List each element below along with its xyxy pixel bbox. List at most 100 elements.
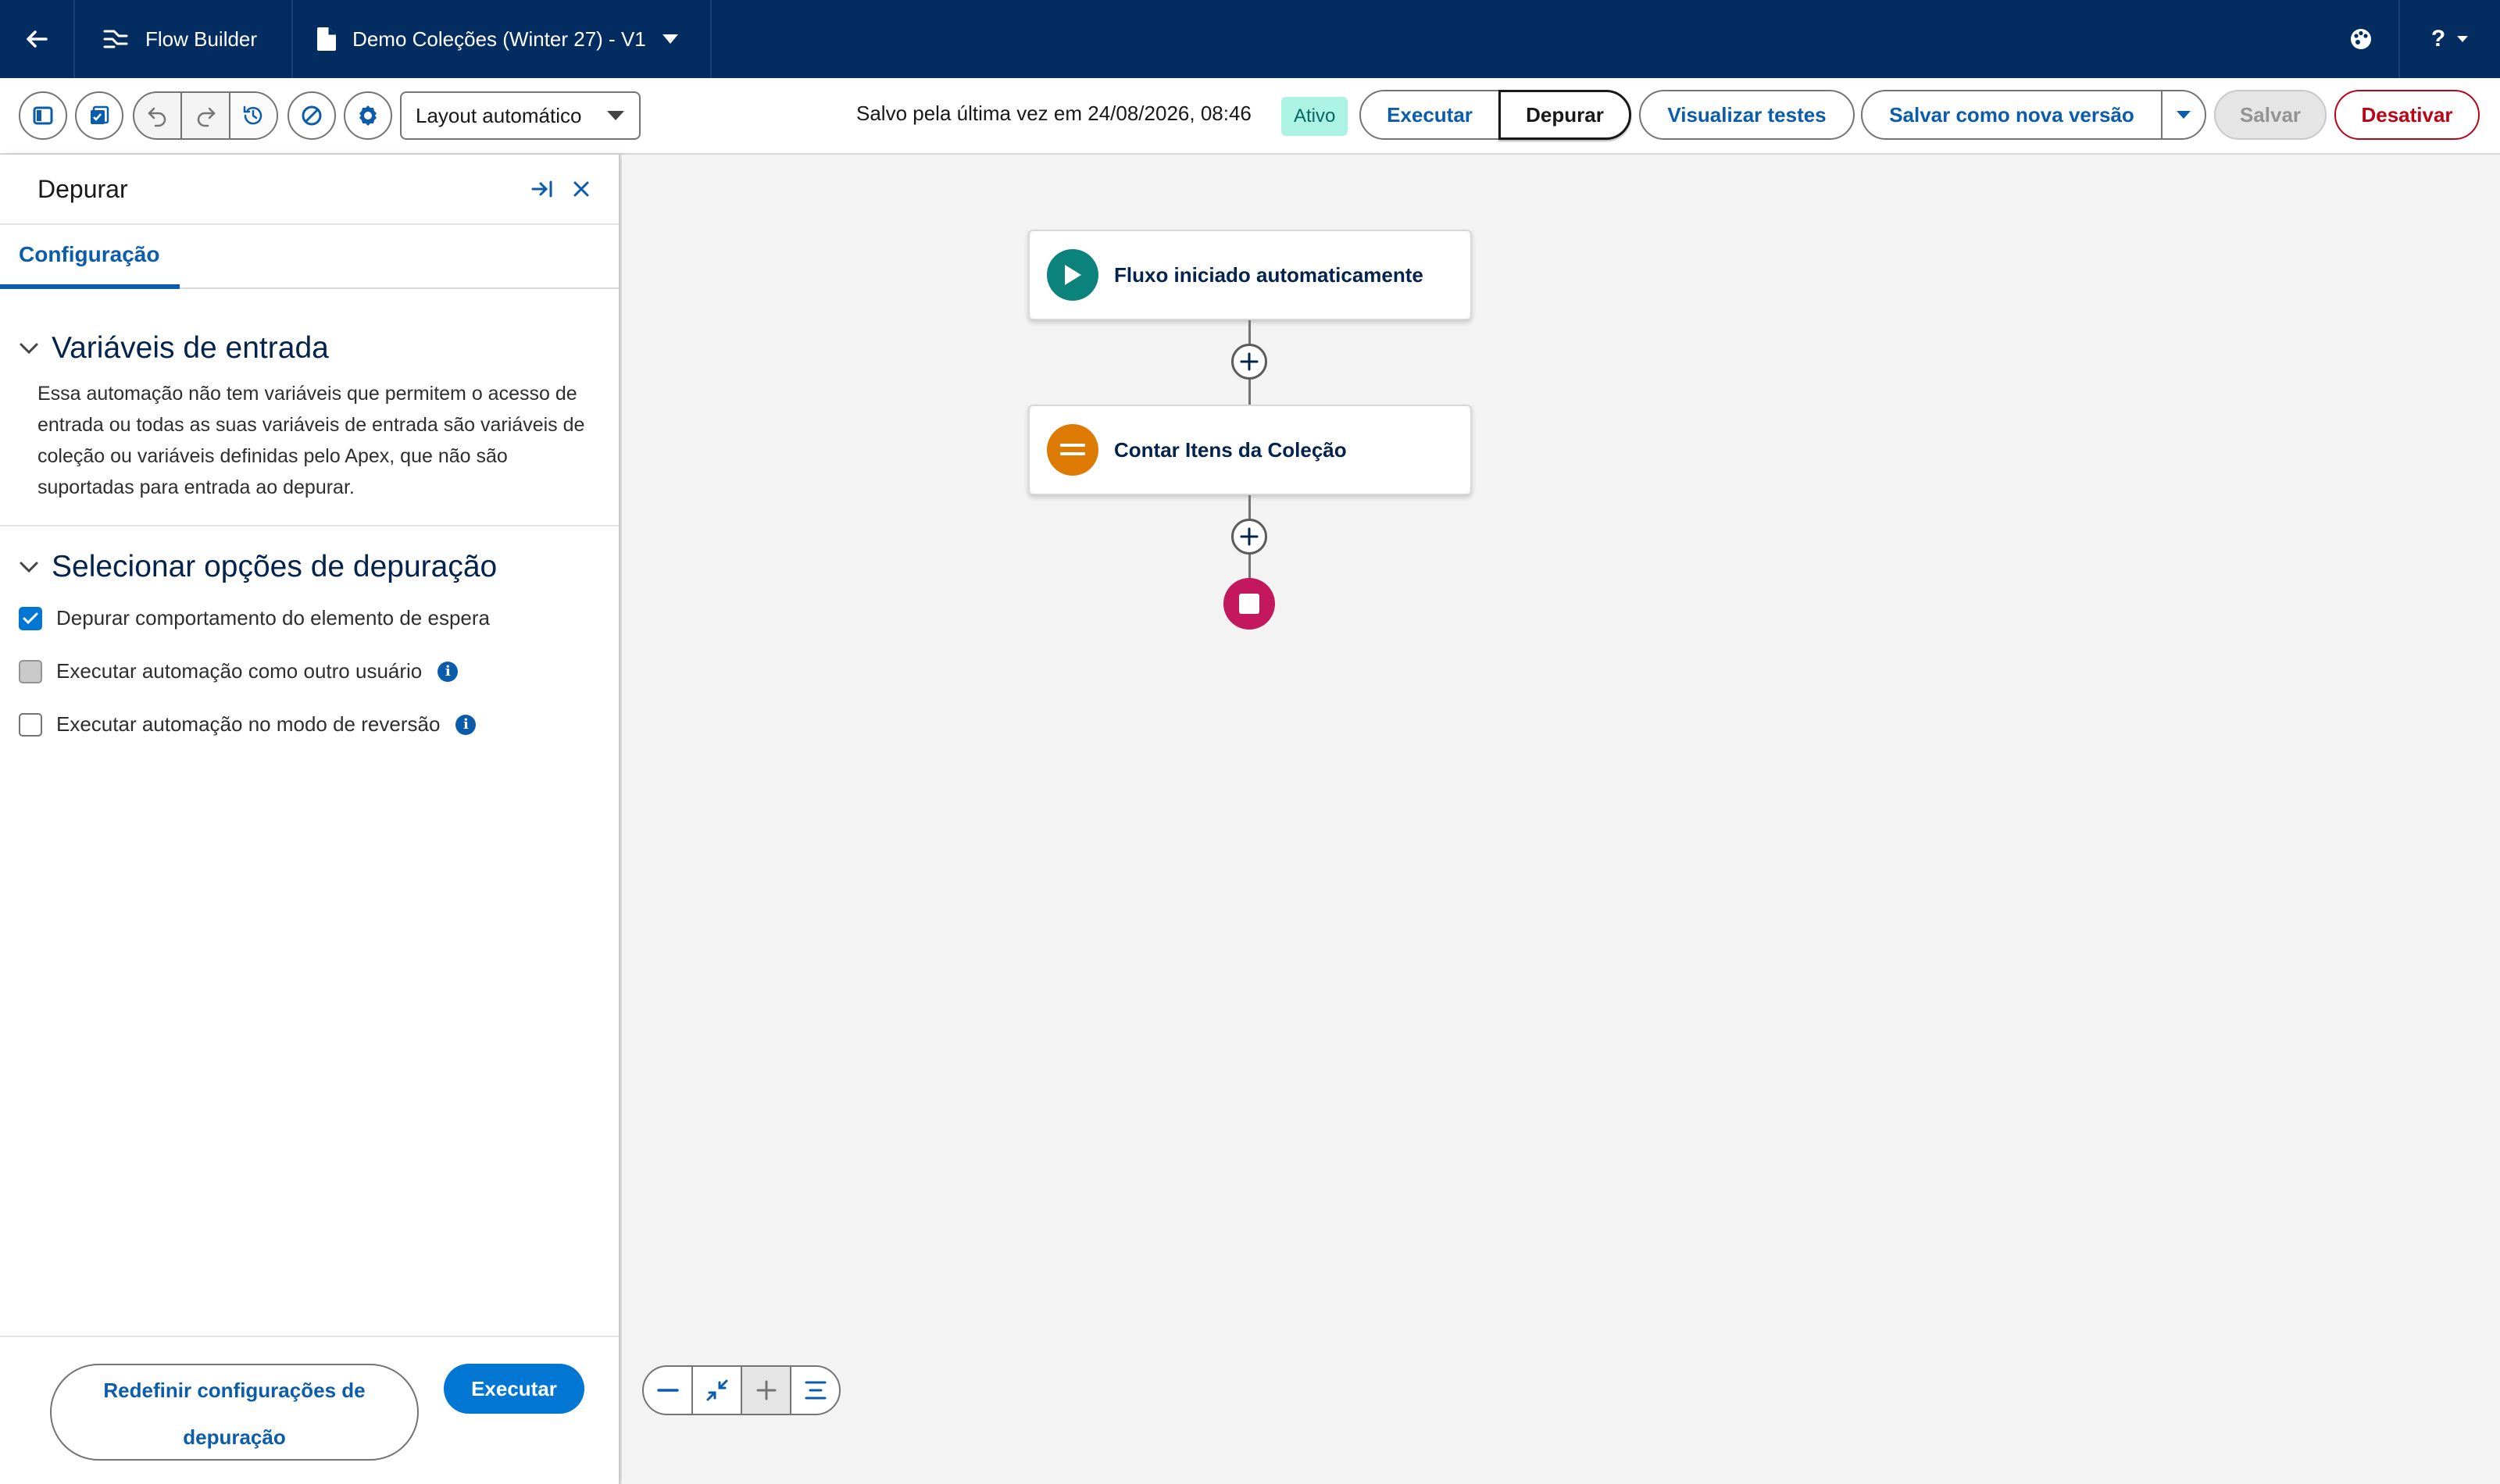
zoom-controls	[642, 1365, 841, 1415]
close-panel-button[interactable]	[562, 170, 600, 208]
toolbar: Layout automático Salvo pela última vez …	[0, 78, 2500, 155]
app-name: Flow Builder	[145, 27, 258, 51]
chevron-down-icon	[2457, 36, 2469, 42]
input-variables-toggle[interactable]: Variáveis de entrada	[0, 325, 619, 372]
assignment-node-label: Contar Itens da Coleção	[1114, 437, 1347, 462]
errors-button[interactable]	[288, 91, 336, 140]
start-node-icon	[1047, 249, 1098, 301]
input-variables-section: Variáveis de entrada	[0, 325, 619, 372]
zoom-out-icon	[656, 1389, 679, 1392]
chevron-down-icon	[2177, 111, 2191, 119]
debug-options-toggle[interactable]: Selecionar opções de depuração	[0, 544, 619, 590]
flow-version-menu[interactable]: Demo Coleções (Winter 27) - V1	[293, 0, 712, 78]
back-arrow-icon	[27, 30, 48, 48]
palette-icon	[2351, 29, 2371, 49]
redo-button[interactable]	[182, 93, 230, 138]
dock-panel-button[interactable]	[523, 170, 561, 208]
panel-header: Depurar	[0, 155, 619, 225]
deactivate-button[interactable]: Desativar	[2334, 90, 2480, 140]
close-icon	[573, 181, 589, 197]
assignment-icon	[1060, 444, 1085, 455]
play-icon	[1065, 265, 1081, 285]
appearance-button[interactable]	[2323, 0, 2398, 78]
run-as-user-label: Executar automação como outro usuário	[56, 659, 423, 683]
zoom-in-button[interactable]	[742, 1367, 791, 1414]
undo-redo-group	[133, 91, 278, 140]
settings-icon	[359, 105, 377, 126]
info-icon[interactable]: i	[455, 714, 477, 735]
debug-wait-checkbox[interactable]	[19, 606, 42, 630]
chevron-down-icon	[20, 343, 38, 355]
rollback-mode-label: Executar automação no modo de reversão	[56, 712, 441, 736]
global-header: Flow Builder Demo Coleções (Winter 27) -…	[0, 0, 2500, 78]
save-as-new-version-button[interactable]: Salvar como nova versão	[1861, 90, 2162, 140]
fit-view-button[interactable]	[693, 1367, 742, 1414]
save-options-menu[interactable]	[2161, 90, 2206, 140]
toggle-toolbox-button[interactable]	[19, 91, 67, 140]
run-button[interactable]: Executar	[1359, 90, 1500, 140]
error-icon	[302, 105, 322, 126]
save-button[interactable]: Salvar	[2214, 90, 2327, 140]
chevron-down-icon	[607, 111, 624, 120]
help-icon: ?	[2430, 26, 2446, 52]
tab-configuration[interactable]: Configuração	[0, 225, 180, 289]
assignment-node-icon	[1047, 424, 1098, 476]
panel-tabs: Configuração	[0, 225, 619, 289]
save-icon	[91, 105, 109, 124]
help-menu[interactable]: ?	[2398, 0, 2500, 78]
rollback-mode-checkbox[interactable]	[19, 712, 42, 737]
last-saved-text: Salvo pela última vez em 24/08/2026, 08:…	[856, 102, 1252, 125]
start-node-label: Fluxo iniciado automaticamente	[1114, 262, 1423, 287]
flow-name: Demo Coleções (Winter 27) - V1	[352, 27, 646, 51]
history-icon	[244, 105, 262, 125]
start-node[interactable]: Fluxo iniciado automaticamente	[1028, 230, 1472, 320]
check-icon	[23, 612, 38, 624]
status-badge: Ativo	[1281, 97, 1348, 136]
debug-wait-label: Depurar comportamento do elemento de esp…	[56, 606, 490, 630]
auto-align-button[interactable]	[791, 1367, 839, 1414]
zoom-in-icon	[756, 1380, 776, 1400]
layout-select[interactable]: Layout automático	[400, 91, 641, 140]
zoom-out-button[interactable]	[644, 1367, 693, 1414]
chevron-down-icon	[662, 34, 678, 44]
save-state-button[interactable]	[75, 91, 123, 140]
option-run-as-user: Executar automação como outro usuário i	[19, 659, 459, 683]
assignment-node[interactable]: Contar Itens da Coleção	[1028, 405, 1472, 495]
app-title: Flow Builder	[75, 0, 294, 78]
flow-canvas[interactable]	[622, 155, 2500, 1484]
reset-debug-settings-button[interactable]: Redefinir configurações de depuração	[50, 1364, 419, 1461]
input-variables-description: Essa automação não tem variáveis que per…	[38, 383, 585, 498]
input-variables-title: Variáveis de entrada	[52, 331, 329, 365]
plus-icon	[1240, 352, 1259, 371]
flow-settings-button[interactable]	[344, 91, 392, 140]
info-icon[interactable]: i	[438, 661, 459, 682]
fit-icon	[706, 1379, 727, 1401]
back-button[interactable]	[0, 0, 75, 78]
option-debug-wait: Depurar comportamento do elemento de esp…	[19, 606, 490, 630]
history-button[interactable]	[230, 93, 277, 138]
debug-panel: Depurar Configuração Variáveis de entrad…	[0, 155, 620, 1484]
chevron-down-icon	[20, 562, 38, 573]
undo-button[interactable]	[134, 93, 183, 138]
section-divider	[0, 525, 619, 526]
toggle-panel-icon	[33, 106, 53, 125]
add-element-button[interactable]	[1231, 344, 1267, 380]
add-element-button[interactable]	[1231, 519, 1267, 555]
flow-builder-icon	[103, 30, 128, 48]
option-rollback-mode: Executar automação no modo de reversão i	[19, 712, 477, 737]
debug-options-title: Selecionar opções de depuração	[52, 550, 498, 583]
dock-icon	[531, 180, 552, 198]
view-tests-button[interactable]: Visualizar testes	[1639, 90, 1855, 140]
auto-align-icon	[805, 1381, 826, 1400]
panel-title: Depurar	[38, 174, 128, 203]
stop-icon	[1239, 594, 1259, 614]
panel-footer: Redefinir configurações de depuração Exe…	[0, 1336, 619, 1484]
debug-run-button[interactable]: Executar	[444, 1364, 584, 1414]
end-node[interactable]	[1223, 578, 1275, 630]
redo-icon	[197, 107, 216, 127]
debug-button[interactable]: Depurar	[1498, 90, 1631, 140]
run-as-user-checkbox[interactable]	[19, 659, 42, 683]
debug-options-section: Selecionar opções de depuração	[0, 544, 619, 590]
undo-icon	[147, 107, 166, 127]
plus-icon	[1240, 527, 1259, 546]
